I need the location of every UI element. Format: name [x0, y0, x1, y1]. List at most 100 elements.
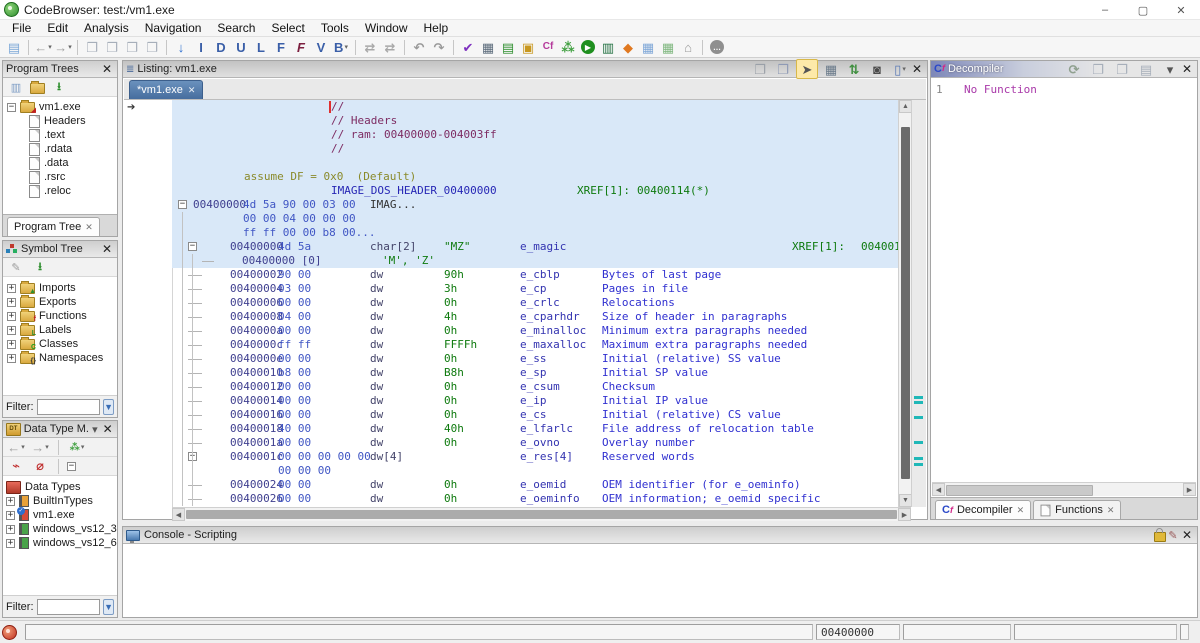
close-icon[interactable]: ✕ — [1180, 528, 1194, 542]
validate-icon[interactable]: ✔ — [458, 38, 478, 56]
menu-analysis[interactable]: Analysis — [76, 20, 137, 36]
create-bookmark-icon[interactable]: B▾ — [331, 38, 351, 56]
nav-back-icon[interactable]: ←▾ — [33, 38, 53, 56]
listing-row[interactable]: 0040001a00 00dw0he_ovnoOverlay number — [172, 436, 901, 450]
menu-window[interactable]: Window — [357, 20, 416, 36]
collapse-all-icon[interactable]: − — [67, 462, 76, 471]
listing-row[interactable]: 0040000e00 00dw0he_ssInitial (relative) … — [172, 352, 901, 366]
memory-viewer-icon[interactable]: ▥ — [598, 38, 618, 56]
tree-node-data-types[interactable]: Data Types — [6, 480, 117, 494]
cursor-location-icon[interactable]: ➤ — [796, 59, 818, 79]
tree-node-imports[interactable]: +▲Imports — [7, 281, 117, 295]
listing-header[interactable]: ≣ Listing: vm1.exe ❐❐➤▦⇅◙▯▾ ✕ — [123, 61, 927, 78]
new-tree-icon[interactable]: ▥ — [6, 78, 26, 96]
create-variable-icon[interactable]: V — [311, 38, 331, 56]
close-button[interactable]: ✕ — [1162, 0, 1200, 20]
expand-icon[interactable]: + — [7, 284, 16, 293]
symbol-tree-header[interactable]: Symbol Tree ✕ — [3, 241, 117, 258]
expand-icon[interactable]: + — [7, 354, 16, 363]
filter-arrays-icon[interactable]: ⌀ — [30, 457, 50, 475]
function-graph-icon[interactable]: Cf — [538, 38, 558, 56]
scroll-right-icon[interactable]: ▶ — [1183, 483, 1196, 496]
listing-row[interactable]: IMAGE_DOS_HEADER_00400000XREF[1]:0040011… — [172, 184, 901, 198]
tree-node-exports[interactable]: +Exports — [7, 295, 117, 309]
listing-row[interactable]: 0040001840 00dw40he_lfarlcFile address o… — [172, 422, 901, 436]
dtm-filter-input[interactable] — [37, 599, 101, 615]
expand-icon[interactable]: + — [7, 298, 16, 307]
listing-body[interactable]: ➔ //// Headers// ram: 00400000-004003ff/… — [124, 100, 901, 507]
paste-icon[interactable]: ❐ — [1112, 60, 1132, 78]
tree-node-windows_vs12_32[interactable]: +windows_vs12_32 — [6, 522, 117, 536]
console-header[interactable]: Console - Scripting ✎ ✕ — [123, 527, 1197, 544]
decompiler-header[interactable]: Cf Decompiler ⟳❐❐▤▾ ✕ — [931, 61, 1197, 78]
collapse-icon[interactable]: − — [178, 200, 187, 209]
tab-vm1-exe[interactable]: *vm1.exe ✕ — [129, 80, 203, 99]
scrollbar-thumb[interactable] — [186, 510, 897, 519]
listing-row[interactable]: 00 00 04 00 00 00 — [172, 212, 901, 226]
close-icon[interactable]: ✕ — [101, 422, 114, 436]
scroll-left-icon[interactable]: ◀ — [172, 508, 185, 521]
listing-row[interactable]: 0040000a00 00dw0he_minallocMinimum extra… — [172, 324, 901, 338]
listing-horizontal-scrollbar[interactable]: ◀ ▶ — [172, 507, 911, 521]
scroll-right-icon[interactable]: ▶ — [898, 508, 911, 521]
listing-row[interactable]: // ram: 00400000-004003ff — [172, 128, 901, 142]
disassemble-icon[interactable]: ↓ — [171, 38, 191, 56]
listing-row[interactable]: 0040002400 00dw0he_oemidOEM identifier (… — [172, 478, 901, 492]
tree-node-rdata[interactable]: .rdata — [7, 142, 117, 156]
close-icon[interactable]: ✕ — [100, 62, 114, 76]
tab-functions[interactable]: Functions✕ — [1033, 500, 1121, 519]
resize-grip[interactable] — [1180, 624, 1189, 640]
expand-icon[interactable]: + — [6, 539, 15, 548]
import-icon[interactable]: ⭳ — [30, 258, 50, 276]
listing-row[interactable]: // — [172, 100, 901, 114]
undefine-icon[interactable]: U — [231, 38, 251, 56]
expand-icon[interactable]: + — [7, 340, 16, 349]
listing-row[interactable]: 0040000cff ffdwFFFFhe_maxallocMaximum ex… — [172, 338, 901, 352]
memory-map-icon[interactable]: ◆ — [618, 38, 638, 56]
goto-icon[interactable]: ⭳ — [49, 78, 69, 96]
listing-row[interactable]: assume DF = 0x0 (Default) — [172, 170, 901, 184]
paste-icon[interactable]: ❐ — [773, 60, 793, 78]
filter-icon[interactable]: ▼ — [103, 399, 114, 415]
listing-row[interactable]: 00 00 00 — [172, 464, 901, 478]
maximize-button[interactable]: ▢ — [1124, 0, 1162, 20]
menu-search[interactable]: Search — [209, 20, 263, 36]
create-label-icon[interactable]: L — [251, 38, 271, 56]
listing-row[interactable]: ff ff 00 00 b8 00... — [172, 226, 901, 240]
scroll-left-icon[interactable]: ◀ — [932, 483, 945, 496]
listing-row[interactable]: 0040001600 00dw0he_csInitial (relative) … — [172, 408, 901, 422]
tree-node-Headers[interactable]: Headers — [7, 114, 117, 128]
edit-icon[interactable]: ✎ — [1166, 528, 1180, 542]
paste-icon[interactable]: ❐ — [142, 38, 162, 56]
copy-icon[interactable]: ❐ — [122, 38, 142, 56]
tree-node-labels[interactable]: +LLabels — [7, 323, 117, 337]
listing-row[interactable]: 0040000290 00dw90he_cblpBytes of last pa… — [172, 268, 901, 282]
refresh-icon[interactable]: ⟳ — [1064, 60, 1084, 78]
tree-node-reloc[interactable]: .reloc — [7, 184, 117, 198]
listing-row[interactable]: 0040000403 00dw3he_cpPages in file — [172, 282, 901, 296]
listing-row[interactable]: +0040001c00 00 00 00 00dw[4]e_res[4]Rese… — [172, 450, 901, 464]
expand-icon[interactable]: + — [7, 312, 16, 321]
tree-node-builtintypes[interactable]: +BuiltInTypes — [6, 494, 117, 508]
listing-row[interactable]: 00400000 [0]'M', 'Z' — [172, 254, 901, 268]
listing-row[interactable]: 0040001200 00dw0he_csumChecksum — [172, 380, 901, 394]
copy-special-icon[interactable]: ❐ — [82, 38, 102, 56]
console-output[interactable] — [124, 545, 1196, 616]
menu-select[interactable]: Select — [263, 20, 312, 36]
tree-node-namespaces[interactable]: +{}Namespaces — [7, 351, 117, 365]
menu-navigation[interactable]: Navigation — [137, 20, 210, 36]
symbol-filter-input[interactable] — [37, 399, 101, 415]
expand-icon[interactable]: + — [7, 326, 16, 335]
create-instruction-icon[interactable]: I — [191, 38, 211, 56]
tree-node-root[interactable]: −◢vm1.exe — [7, 100, 117, 114]
script-manager-icon[interactable]: ▤ — [498, 38, 518, 56]
diff-view-icon[interactable]: ⇅ — [844, 60, 864, 78]
listing-row[interactable]: −004000004d 5a 90 00 03 00IMAG... — [172, 198, 901, 212]
close-icon[interactable]: ✕ — [100, 242, 114, 256]
run-script-icon[interactable]: ▶ — [578, 38, 598, 56]
program-trees-header[interactable]: Program Trees ✕ — [3, 61, 117, 78]
open-folder-icon[interactable] — [30, 83, 45, 94]
edit-external-icon[interactable]: ✎ — [6, 258, 26, 276]
tree-node-vm1.exe[interactable]: +✓vm1.exe — [6, 508, 117, 522]
byte-viewer-icon[interactable]: ▦ — [478, 38, 498, 56]
